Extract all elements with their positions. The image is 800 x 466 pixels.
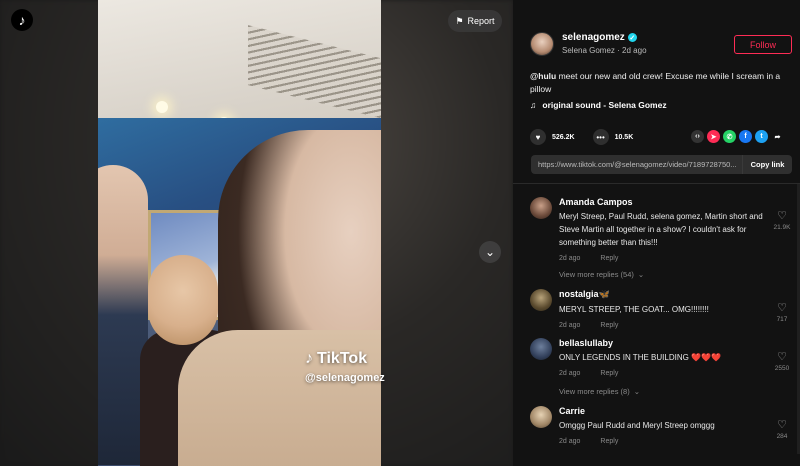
engagement-stats: ♥ 526.2K ••• 10.5K [530,129,645,145]
video-area[interactable]: ♪ TikTok @selenagomez ♪ ⚑ Report ⌄ [0,0,513,466]
avatar[interactable] [530,338,552,360]
reply-button[interactable]: Reply [600,370,618,377]
author-username[interactable]: selenagomez [562,32,625,43]
sound-label[interactable]: original sound - Selena Gomez [542,100,666,110]
comment-text: Meryl Streep, Paul Rudd, selena gomez, M… [559,212,763,247]
comment-time: 2d ago [559,370,581,377]
flag-icon: ⚑ [455,15,464,26]
heart-outline-icon[interactable]: ♡ [772,209,792,222]
embed-icon[interactable]: ‹› [691,130,704,143]
facebook-icon[interactable]: f [739,130,752,143]
comment-time: 2d ago [559,255,581,262]
like-heart-icon[interactable]: ♥ [530,129,546,145]
comment-like[interactable]: ♡ 2550 [772,350,792,372]
heart-outline-icon[interactable]: ♡ [772,418,792,431]
details-panel: selenagomez ✓ Selena Gomez · 2d ago Foll… [513,0,800,466]
divider [513,183,800,184]
reply-button[interactable]: Reply [600,322,618,329]
reply-button[interactable]: Reply [600,255,618,262]
comment-count: 10.5K [614,133,634,141]
comment-like[interactable]: ♡ 717 [772,301,792,323]
whatsapp-icon[interactable]: ✆ [723,130,736,143]
author-username-row[interactable]: selenagomez ✓ [562,32,647,43]
author-subtitle: Selena Gomez · 2d ago [562,46,647,55]
comment-icon[interactable]: ••• [592,129,609,145]
chevron-down-icon: ⌄ [484,245,496,259]
video-watermark: ♪ TikTok @selenagomez [305,350,385,384]
like-count: 526.2K [552,133,575,141]
ceiling-light [156,101,168,113]
avatar[interactable] [530,197,552,219]
post-time: 2d ago [622,46,647,55]
heart-outline-icon[interactable]: ♡ [772,350,792,363]
watermark-brand: TikTok [317,350,368,367]
music-note-icon: ♫ [530,100,537,110]
copy-link-button[interactable]: Copy link [742,155,792,174]
report-label: Report [467,16,495,26]
comment-like-count: 21.9K [773,224,791,231]
video-player[interactable] [98,0,381,466]
comment-username[interactable]: Carrie [559,406,769,416]
avatar[interactable] [530,406,552,428]
sound-link[interactable]: ♫ original sound - Selena Gomez [530,100,667,110]
comment-item: nostalgia🦋 MERYL STREEP, THE GOAT... OMG… [530,289,792,329]
comment-time: 2d ago [559,322,581,329]
view-more-replies[interactable]: View more replies (54) ⌄ [559,270,644,279]
view-more-replies[interactable]: View more replies (8) ⌄ [559,387,640,396]
reply-button[interactable]: Reply [600,438,618,445]
video-person [148,255,218,345]
comment-like-count: 284 [776,433,788,440]
view-more-replies-label[interactable]: View more replies (54) [559,270,634,279]
comment-time: 2d ago [559,438,581,445]
comment-item: Carrie Omggg Paul Rudd and Meryl Streep … [530,406,792,446]
chevron-down-icon: ⌄ [637,270,645,279]
author-display-name: Selena Gomez [562,46,615,55]
video-url[interactable]: https://www.tiktok.com/@selenagomez/vide… [531,160,742,169]
report-button[interactable]: ⚑ Report [448,10,502,32]
comment-item: bellaslullaby ONLY LEGENDS IN THE BUILDI… [530,338,792,378]
comment-item: Amanda Campos Meryl Streep, Paul Rudd, s… [530,197,792,262]
watermark-handle: @selenagomez [305,372,385,384]
heart-outline-icon[interactable]: ♡ [772,301,792,314]
twitter-icon[interactable]: t [755,130,768,143]
comment-text: ONLY LEGENDS IN THE BUILDING ❤️❤️❤️ [559,353,721,362]
tiktok-note-icon: ♪ [305,350,313,367]
comment-username[interactable]: bellaslullaby [559,338,769,348]
video-caption: @hulu meet our new and old crew! Excuse … [530,70,786,96]
comment-like-count: 2550 [774,365,790,372]
comment-username[interactable]: Amanda Campos [559,197,769,207]
comment-like[interactable]: ♡ 21.9K [772,209,792,231]
send-to-friends-icon[interactable]: ➤ [707,130,720,143]
next-video-button[interactable]: ⌄ [479,241,501,263]
caption-mention-link[interactable]: @hulu [530,71,556,81]
avatar[interactable] [530,32,554,56]
comment-like[interactable]: ♡ 284 [772,418,792,440]
view-more-replies-label[interactable]: View more replies (8) [559,387,630,396]
comment-username[interactable]: nostalgia🦋 [559,289,769,300]
copy-link-box: https://www.tiktok.com/@selenagomez/vide… [531,155,792,174]
comment-text: MERYL STREEP, THE GOAT... OMG!!!!!!!! [559,305,709,314]
caption-text: meet our new and old crew! Excuse me whi… [530,71,781,94]
avatar[interactable] [530,289,552,311]
chevron-down-icon: ⌄ [633,387,641,396]
author-header: selenagomez ✓ Selena Gomez · 2d ago [530,32,647,56]
comment-like-count: 717 [776,316,788,323]
share-icons: ‹› ➤ ✆ f t ➦ [691,130,784,143]
share-arrow-icon[interactable]: ➦ [771,130,784,143]
tiktok-logo-icon[interactable]: ♪ [11,9,33,31]
comment-text: Omggg Paul Rudd and Meryl Streep omggg [559,421,715,430]
verified-icon: ✓ [627,33,637,42]
follow-button[interactable]: Follow [734,35,792,54]
